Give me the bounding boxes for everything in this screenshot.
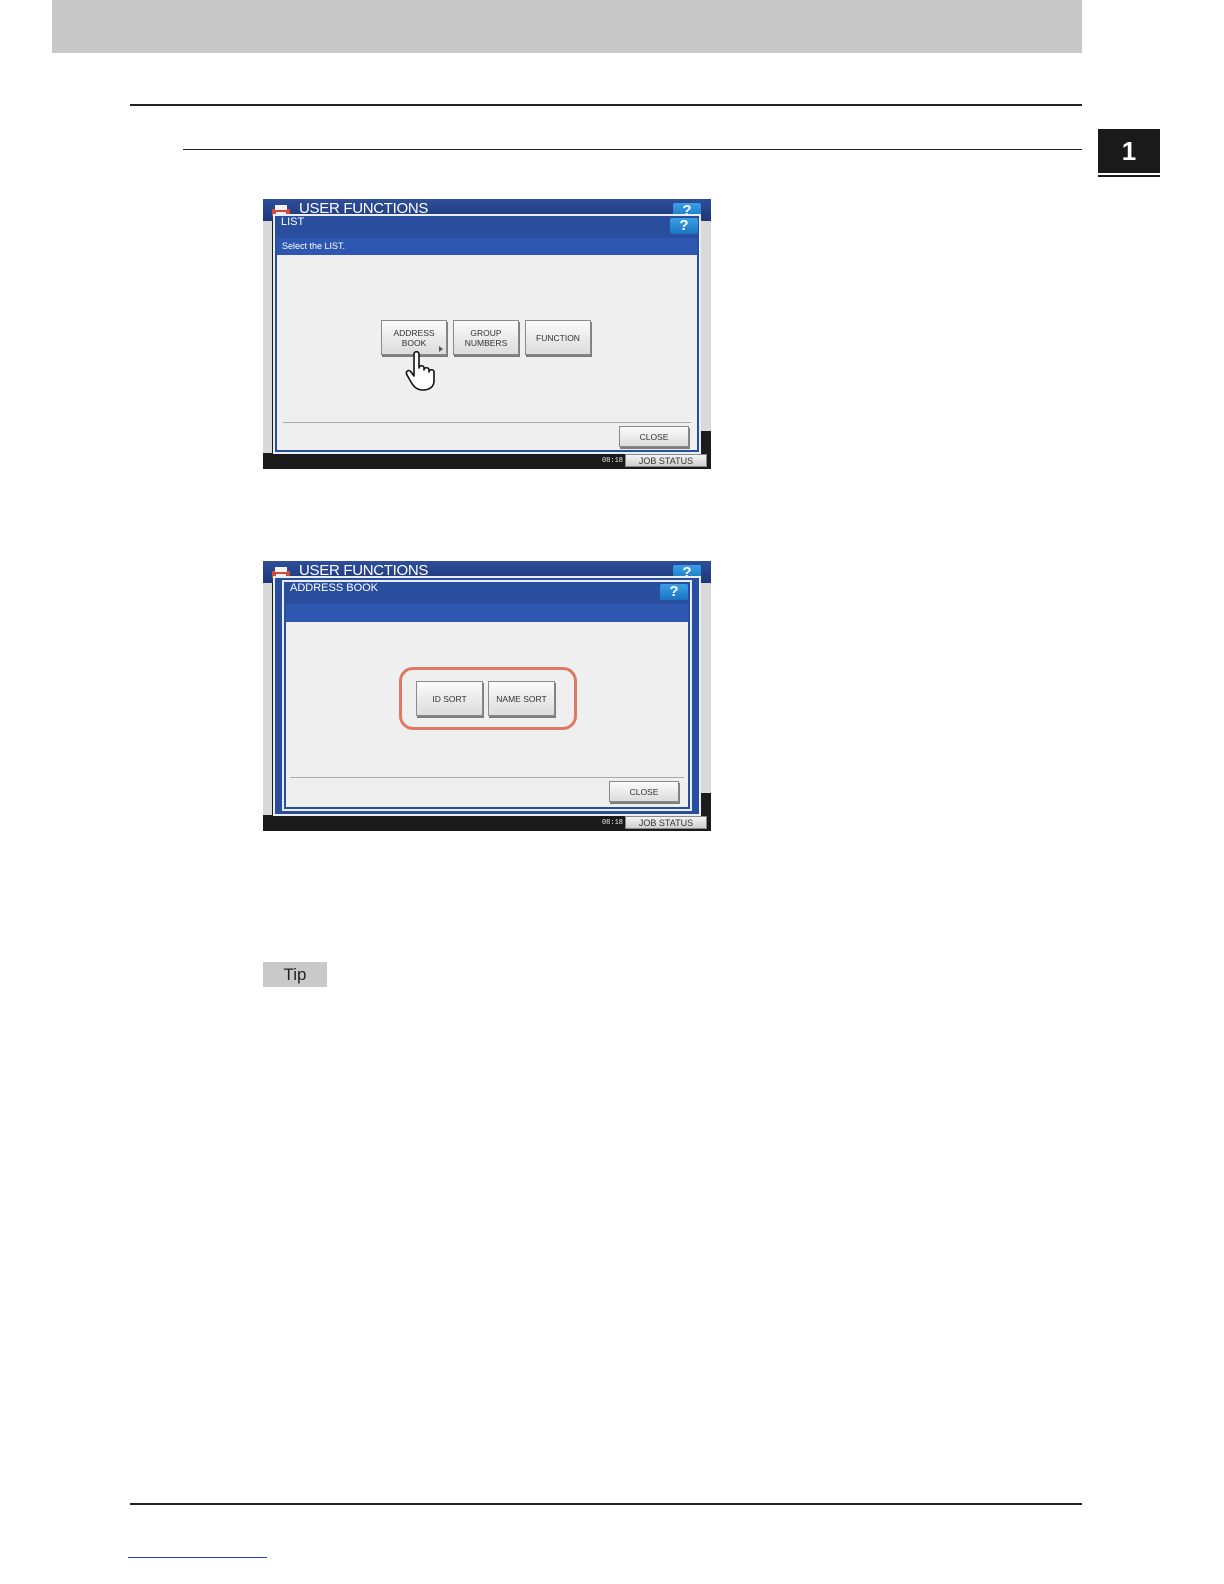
chapter-number: 1 — [1121, 135, 1137, 166]
screenshot-address-book-dialog: USER FUNCTIONS ? ADDRESS BOOK ? ID SORT … — [263, 561, 711, 831]
left-side-strip — [263, 583, 272, 815]
address-book-label-2: BOOK — [401, 337, 427, 348]
job-status-button[interactable]: JOB STATUS — [625, 816, 707, 829]
group-numbers-label-1: GROUP — [470, 327, 502, 338]
dialog-title: LIST — [281, 216, 305, 228]
section-rule-top — [130, 104, 1082, 106]
dialog-divider — [283, 422, 691, 423]
dialog-help-button[interactable]: ? — [670, 218, 698, 234]
address-book-dialog: ADDRESS BOOK ? ID SORT NAME SORT CLOSE — [282, 580, 692, 811]
right-side-strip — [701, 221, 711, 431]
address-book-label-1: ADDRESS — [393, 327, 435, 338]
function-button[interactable]: FUNCTION — [525, 320, 591, 355]
job-status-button[interactable]: JOB STATUS — [625, 454, 707, 467]
left-side-strip — [263, 221, 272, 453]
dialog-help-button[interactable]: ? — [660, 584, 688, 600]
tip-label: Tip — [263, 962, 327, 987]
close-button[interactable]: CLOSE — [609, 781, 679, 802]
group-numbers-label-2: NUMBERS — [464, 337, 508, 348]
section-rule-sub — [183, 149, 1082, 150]
footer-link-underline[interactable] — [128, 1557, 267, 1558]
footer-rule — [130, 1503, 1082, 1505]
address-book-button[interactable]: ADDRESS BOOK — [381, 320, 447, 355]
clock-time: 08:18 — [601, 819, 623, 827]
right-side-strip — [701, 583, 711, 793]
group-numbers-button[interactable]: GROUP NUMBERS — [453, 320, 519, 355]
dialog-divider — [290, 777, 684, 778]
name-sort-button[interactable]: NAME SORT — [488, 681, 555, 716]
dialog-instruction: Select the LIST. — [277, 238, 697, 255]
dialog-body: ADDRESS BOOK GROUP NUMBERS FUNCTION CLOSE — [277, 255, 697, 450]
header-bar — [52, 0, 1082, 53]
dialog-title: ADDRESS BOOK — [290, 582, 379, 594]
clock-time: 08:18 — [601, 457, 623, 465]
pointing-hand-icon — [405, 351, 435, 391]
id-sort-button[interactable]: ID SORT — [416, 681, 483, 716]
list-dialog: LIST ? Select the LIST. ADDRESS BOOK GROU… — [273, 214, 701, 454]
dialog-body: ID SORT NAME SORT CLOSE — [286, 622, 688, 807]
screenshot-list-dialog: USER FUNCTIONS ? LIST ? Select the LIST.… — [263, 199, 711, 469]
dialog-subheader — [286, 604, 688, 622]
chapter-tab-underline — [1098, 175, 1160, 177]
close-button[interactable]: CLOSE — [619, 426, 689, 447]
chapter-tab[interactable]: 1 — [1098, 129, 1160, 173]
function-label: FUNCTION — [536, 332, 580, 343]
